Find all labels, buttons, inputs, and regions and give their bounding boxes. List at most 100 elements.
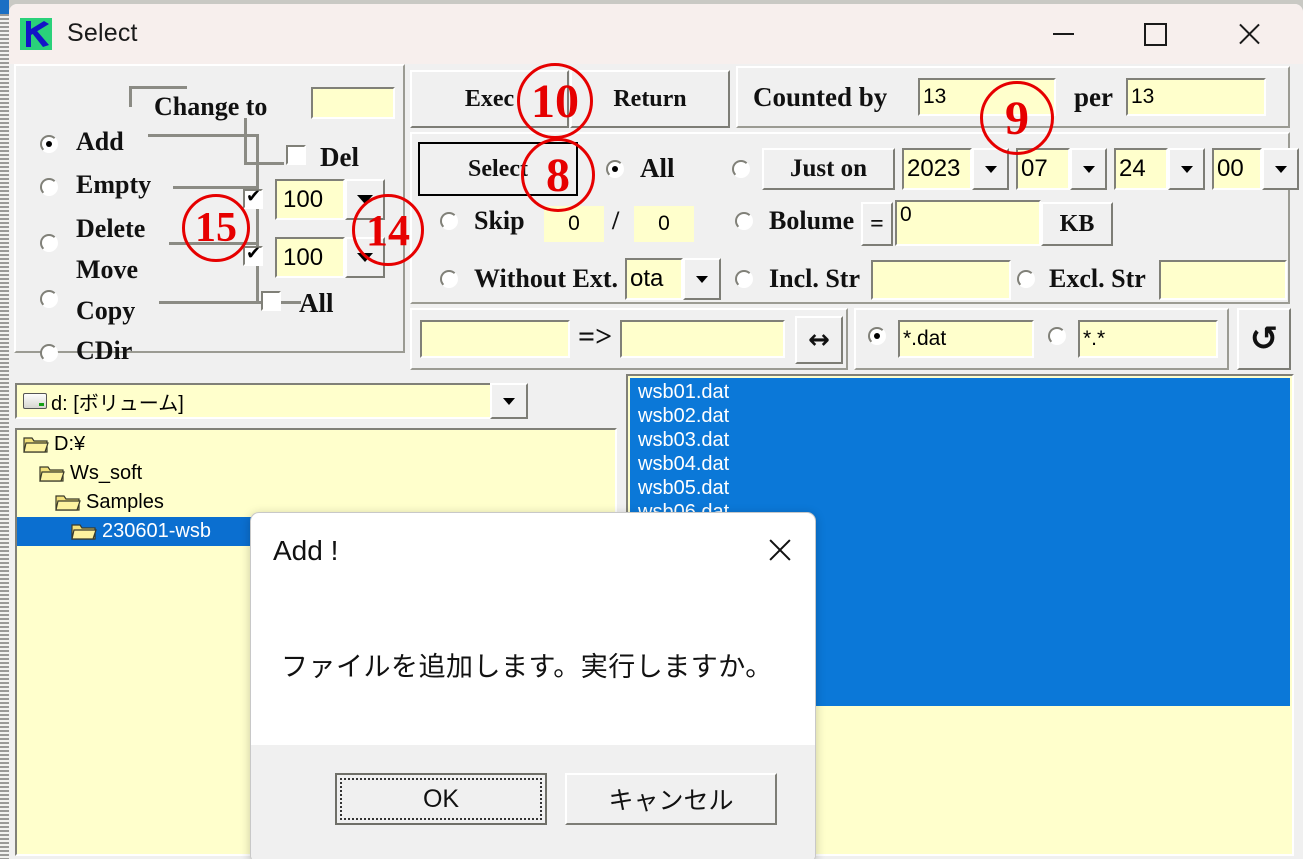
just-on-button[interactable]: Just on xyxy=(762,148,895,190)
spinner-2-input[interactable]: 100 xyxy=(275,237,345,278)
radio-cdir-label: CDir xyxy=(76,336,133,365)
dialog-close-button[interactable] xyxy=(765,535,795,565)
spinner-2-checkbox[interactable] xyxy=(243,243,263,266)
spinner-1-checkbox[interactable] xyxy=(243,186,263,209)
counted-by-label: Counted by xyxy=(753,82,888,112)
drive-combobox[interactable]: d: [ボリューム] xyxy=(15,383,528,419)
bracket-line xyxy=(129,86,187,89)
swap-button[interactable]: ↔ xyxy=(795,316,843,364)
refresh-button[interactable]: ↺ xyxy=(1237,308,1291,370)
file-list-item[interactable]: wsb03.dat xyxy=(630,428,1290,452)
without-ext-input[interactable]: ota xyxy=(625,258,683,300)
bolume-operator-button[interactable]: = xyxy=(861,202,893,246)
tree-node-label: Ws_soft xyxy=(70,462,143,484)
app-k-icon xyxy=(20,18,52,50)
radio-bolume[interactable] xyxy=(735,212,753,230)
refresh-icon: ↺ xyxy=(1249,319,1279,359)
dialog-ok-button[interactable]: OK xyxy=(335,773,547,825)
per-input[interactable]: 13 xyxy=(1126,78,1266,116)
without-ext-dropdown-button[interactable] xyxy=(683,258,721,300)
chevron-down-icon xyxy=(1274,165,1287,173)
screen: Select Change to Add Empty Delete Move C… xyxy=(0,0,1303,859)
folder-icon xyxy=(55,493,81,512)
return-button[interactable]: Return xyxy=(570,70,730,128)
radio-excl-str[interactable] xyxy=(1017,270,1035,288)
file-list-item[interactable]: wsb04.dat xyxy=(630,452,1290,476)
radio-add[interactable] xyxy=(40,135,58,153)
maximize-button[interactable] xyxy=(1109,4,1201,64)
tree-node[interactable]: D:¥ xyxy=(17,430,615,459)
excl-str-label: Excl. Str xyxy=(1049,264,1146,293)
month-dropdown-button[interactable] xyxy=(1070,148,1107,190)
year-input[interactable]: 2023 xyxy=(902,148,972,190)
tree-node[interactable]: Ws_soft xyxy=(17,459,615,488)
radio-delete[interactable] xyxy=(40,234,58,252)
skip-separator: / xyxy=(612,206,620,235)
kb-label: KB xyxy=(1059,210,1095,237)
bracket-line xyxy=(159,301,259,304)
drive-dropdown-button[interactable] xyxy=(490,383,528,419)
just-on-label: Just on xyxy=(789,155,868,182)
annotation-10: 10 xyxy=(517,63,593,139)
without-ext-label: Without Ext. xyxy=(474,264,618,293)
excl-str-input[interactable] xyxy=(1159,260,1287,300)
kb-button[interactable]: KB xyxy=(1041,202,1113,246)
rename-from-input[interactable] xyxy=(420,320,570,358)
per-label: per xyxy=(1074,82,1113,112)
minimize-icon xyxy=(1052,33,1074,35)
radio-skip[interactable] xyxy=(440,212,458,230)
tree-node-label: Samples xyxy=(86,491,164,513)
chevron-down-icon xyxy=(1180,165,1193,173)
radio-all[interactable] xyxy=(606,160,624,178)
file-list-item[interactable]: wsb01.dat xyxy=(630,380,1290,404)
tree-node-label: D:¥ xyxy=(54,433,86,455)
radio-just-on[interactable] xyxy=(732,160,750,178)
radio-empty[interactable] xyxy=(40,178,58,196)
all-checkbox[interactable] xyxy=(261,291,281,311)
bolume-label: Bolume xyxy=(769,206,855,235)
folder-icon xyxy=(23,435,49,454)
hour-input[interactable]: 00 xyxy=(1212,148,1262,190)
annotation-15: 15 xyxy=(182,194,250,262)
bolume-operator-label: = xyxy=(870,210,884,237)
select-window: Select Change to Add Empty Delete Move C… xyxy=(9,4,1303,859)
mask-panel: *.dat *.* xyxy=(854,308,1229,370)
spinner-1-input[interactable]: 100 xyxy=(275,179,345,220)
incl-str-input[interactable] xyxy=(871,260,1011,300)
mask1-input[interactable]: *.dat xyxy=(898,320,1034,358)
change-to-input[interactable] xyxy=(311,87,395,119)
mask2-input[interactable]: *.* xyxy=(1078,320,1218,358)
change-to-label: Change to xyxy=(154,92,268,121)
radio-delete-label: Delete xyxy=(76,214,146,243)
minimize-button[interactable] xyxy=(1017,4,1109,64)
dialog-cancel-button[interactable]: キャンセル xyxy=(565,773,777,825)
hour-dropdown-button[interactable] xyxy=(1262,148,1299,190)
radio-copy-label: Copy xyxy=(76,296,136,325)
radio-move[interactable] xyxy=(40,290,58,308)
annotation-14: 14 xyxy=(352,194,424,266)
del-label: Del xyxy=(320,142,359,172)
radio-move-label: Move xyxy=(76,255,139,284)
file-list-item[interactable]: wsb02.dat xyxy=(630,404,1290,428)
window-title: Select xyxy=(67,19,138,47)
chevron-down-icon xyxy=(503,397,515,405)
bolume-input[interactable]: 0 xyxy=(895,200,1041,246)
del-checkbox[interactable] xyxy=(286,145,306,165)
radio-copy[interactable] xyxy=(40,344,58,362)
file-list-item[interactable]: wsb05.dat xyxy=(630,476,1290,500)
day-dropdown-button[interactable] xyxy=(1168,148,1205,190)
radio-mask2[interactable] xyxy=(1048,327,1066,345)
year-dropdown-button[interactable] xyxy=(972,148,1009,190)
close-button[interactable] xyxy=(1203,4,1295,64)
skip-label: Skip xyxy=(474,206,525,235)
rename-to-input[interactable] xyxy=(620,320,785,358)
radio-mask1[interactable] xyxy=(868,327,886,345)
skip-to-input[interactable]: 0 xyxy=(634,206,694,242)
radio-without-ext[interactable] xyxy=(440,270,458,288)
maximize-icon xyxy=(1143,22,1167,46)
day-input[interactable]: 24 xyxy=(1114,148,1168,190)
radio-incl-str[interactable] xyxy=(735,270,753,288)
incl-str-label: Incl. Str xyxy=(769,264,860,293)
confirm-dialog: Add ! ファイルを追加します。実行しますか。 OK キャンセル xyxy=(250,512,816,859)
dialog-cancel-label: キャンセル xyxy=(608,787,734,815)
